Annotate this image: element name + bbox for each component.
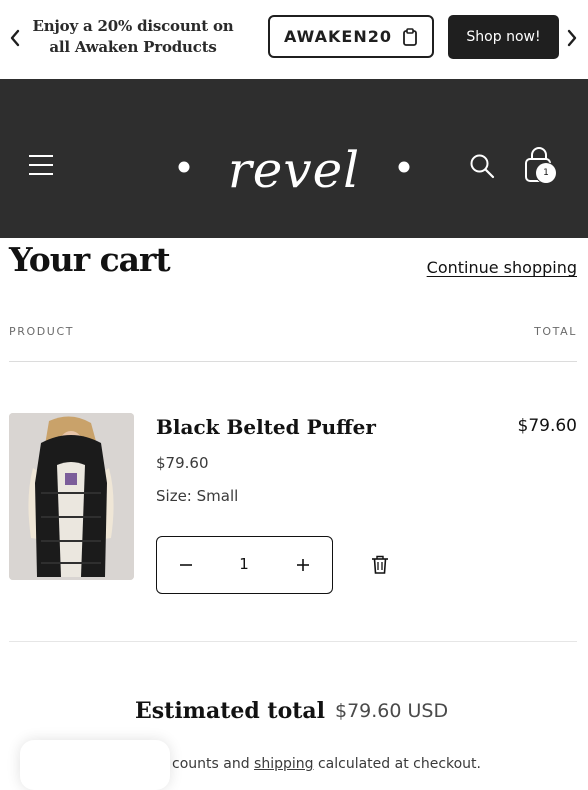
quantity-input[interactable]: 1	[215, 537, 273, 592]
estimated-total-label: Estimated total	[135, 698, 326, 724]
search-icon[interactable]	[469, 153, 495, 179]
product-price: $79.60	[156, 454, 209, 472]
copy-code-button[interactable]: AWAKEN20	[268, 15, 434, 58]
decrease-quantity-button[interactable]	[157, 537, 215, 592]
plus-icon	[297, 558, 309, 571]
floating-widget[interactable]	[20, 740, 170, 790]
increase-quantity-button[interactable]	[274, 537, 332, 592]
promo-text: Enjoy a 20% discount on all Awaken Produ…	[32, 17, 234, 56]
product-name[interactable]: Black Belted Puffer	[156, 415, 376, 439]
shipping-policy-link[interactable]: shipping	[254, 756, 313, 772]
product-size: Size: Small	[156, 487, 239, 505]
next-announcement-button[interactable]	[562, 24, 582, 52]
remove-item-trash-icon[interactable]	[371, 555, 389, 574]
quantity-stepper: 1	[156, 536, 333, 594]
page-title: Your cart	[9, 240, 171, 279]
product-column-header: PRODUCT	[9, 325, 75, 338]
note-suffix: calculated at checkout.	[313, 756, 481, 772]
revel-logo[interactable]: revel	[168, 117, 418, 217]
chevron-right-icon	[567, 29, 577, 47]
divider	[9, 361, 577, 362]
clipboard-icon	[403, 27, 417, 46]
note-prefix: counts and	[172, 756, 255, 772]
announcement-bar: Enjoy a 20% discount on all Awaken Produ…	[0, 0, 588, 79]
continue-shopping-link[interactable]: Continue shopping	[427, 258, 577, 277]
checkout-note: counts and shipping calculated at checko…	[172, 756, 481, 772]
minus-icon	[180, 563, 192, 566]
cart-count-badge: 1	[536, 163, 556, 183]
total-column-header: TOTAL	[534, 325, 577, 338]
line-item-total: $79.60	[517, 416, 577, 436]
site-header: revel 1	[0, 79, 588, 238]
chevron-left-icon	[10, 29, 20, 47]
menu-icon[interactable]	[28, 153, 54, 177]
discount-code: AWAKEN20	[284, 27, 392, 46]
divider	[9, 641, 577, 642]
svg-text:revel: revel	[228, 141, 360, 199]
product-image[interactable]	[9, 413, 134, 580]
estimated-total-value: $79.60 USD	[335, 700, 449, 722]
shop-now-button[interactable]: Shop now!	[448, 15, 559, 59]
previous-announcement-button[interactable]	[5, 24, 25, 52]
